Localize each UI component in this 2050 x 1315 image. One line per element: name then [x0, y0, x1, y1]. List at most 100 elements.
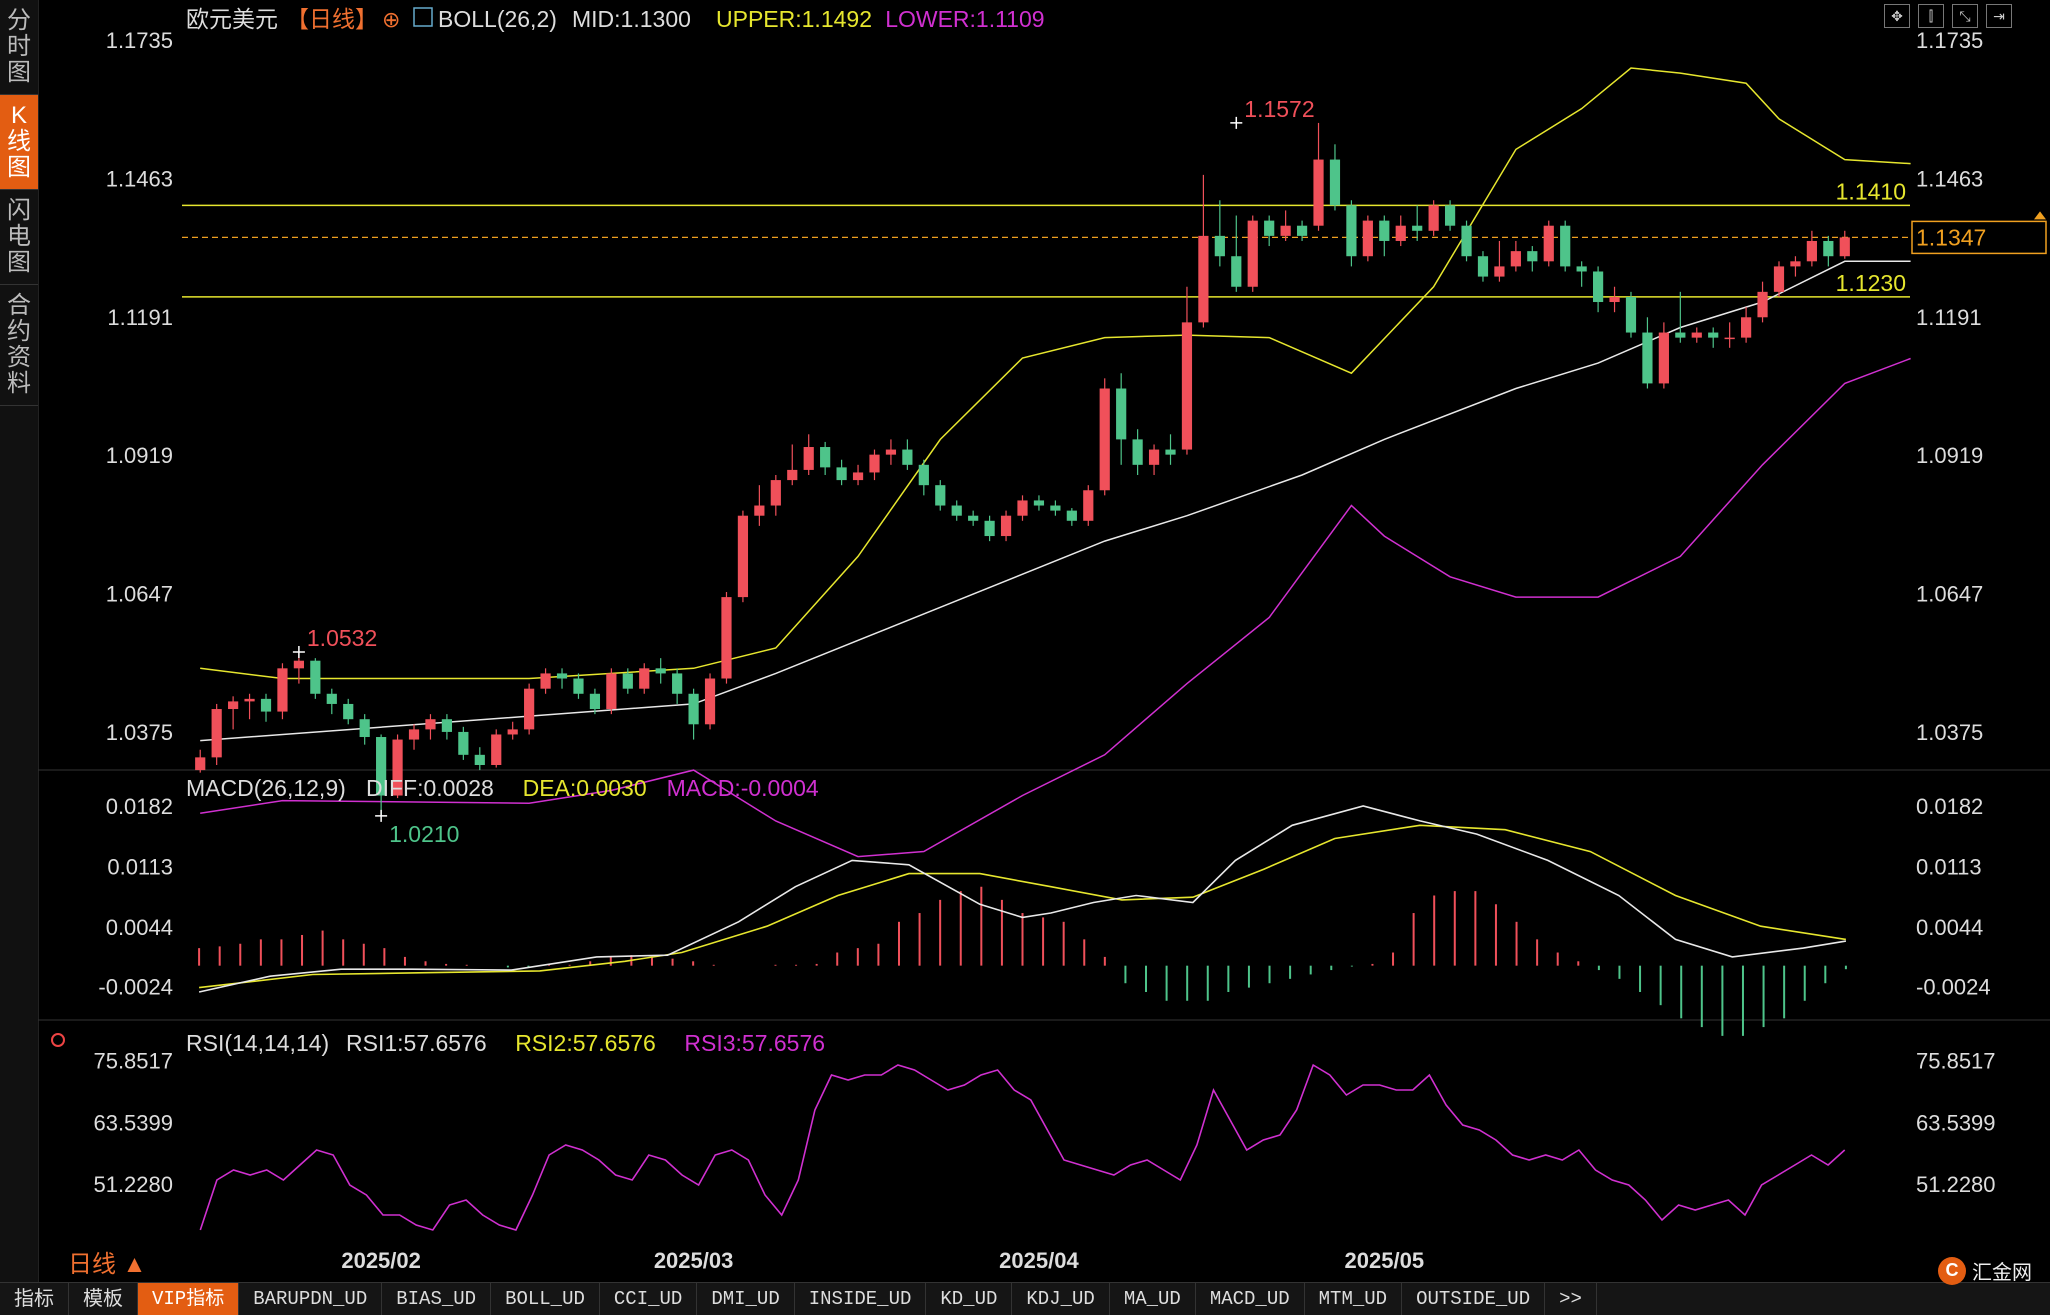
candle-body: [672, 673, 683, 694]
y-tick-label-right: 1.0919: [1916, 443, 1983, 468]
candle-body: [1823, 240, 1834, 257]
tab-ma-ud[interactable]: MA_UD: [1110, 1283, 1196, 1315]
candle-body: [1839, 237, 1850, 257]
candle-body: [754, 505, 765, 516]
candle-body: [1231, 256, 1242, 287]
candle-body: [1560, 225, 1571, 267]
rsi-legend-value: RSI1:57.6576: [346, 1030, 487, 1056]
tab-cci-ud[interactable]: CCI_UD: [600, 1283, 698, 1315]
y-tick-label-right: 1.0375: [1916, 720, 1983, 745]
boll-legend-value: UPPER:1.1492: [716, 6, 872, 32]
candle-body: [1099, 388, 1110, 491]
tab-vip指标[interactable]: VIP指标: [138, 1283, 240, 1315]
tab-outside-ud[interactable]: OUTSIDE_UD: [1402, 1283, 1546, 1315]
tab-inside-ud[interactable]: INSIDE_UD: [795, 1283, 927, 1315]
candle-body: [1691, 332, 1702, 338]
candle-body: [606, 673, 617, 710]
candle-body: [343, 703, 354, 720]
candle-body: [1592, 271, 1604, 303]
candle-body: [1264, 220, 1275, 236]
sidebar-item-kline[interactable]: K线图: [0, 95, 38, 190]
candle-body: [820, 447, 831, 468]
candle-body: [836, 467, 847, 481]
tab-boll-ud[interactable]: BOLL_UD: [491, 1283, 600, 1315]
boll-upper-line: [200, 67, 1911, 680]
timeframe-label[interactable]: 日线 ▲: [68, 1251, 146, 1278]
y-tick-label-right: 1.1735: [1916, 28, 1983, 53]
candle-body: [425, 719, 436, 730]
candle-body: [1033, 500, 1045, 506]
candle-body: [1527, 251, 1538, 262]
candle-body: [1444, 205, 1456, 226]
rsi-line: [199, 1063, 1846, 1231]
candle-body: [1247, 220, 1258, 287]
tab-模板[interactable]: 模板: [69, 1283, 138, 1315]
tab-kdj-ud[interactable]: KDJ_UD: [1012, 1283, 1110, 1315]
y-tick-label-left: 1.1735: [106, 28, 173, 53]
candle-body: [573, 678, 584, 694]
candle-body: [556, 673, 568, 679]
logo-icon: C: [1938, 1256, 1966, 1285]
boll-legend-value: MID:1.1300: [572, 6, 691, 32]
x-tick-label: 2025/03: [654, 1248, 734, 1273]
candle-body: [704, 678, 716, 725]
sidebar-item-flash[interactable]: 闪电图: [0, 190, 38, 285]
extreme-label: 1.1572: [1244, 96, 1314, 122]
candle-body: [1510, 251, 1521, 267]
candle-body: [326, 693, 337, 704]
tab--[interactable]: >>: [1545, 1283, 1597, 1315]
macd-y-tick-left: 0.0113: [107, 855, 173, 880]
candle-body: [1395, 225, 1406, 241]
sidebar-item-contract-info[interactable]: 合约资料: [0, 285, 38, 406]
candle-body: [1724, 337, 1735, 340]
candle-body: [1576, 266, 1587, 272]
left-sidebar: 分时图 K线图 闪电图 合约资料: [0, 0, 39, 1282]
candle-body: [1116, 388, 1127, 440]
candle-body: [1050, 505, 1061, 511]
tab-mtm-ud[interactable]: MTM_UD: [1305, 1283, 1403, 1315]
candle-body: [1181, 322, 1193, 450]
candle-body: [1066, 510, 1077, 521]
candle-body: [935, 485, 946, 506]
indicator-settings-icon: [413, 7, 433, 27]
candle-body: [540, 673, 551, 689]
tab-barupdn-ud[interactable]: BARUPDN_UD: [239, 1283, 383, 1315]
candle-body: [1708, 332, 1719, 338]
extreme-marker: [1230, 116, 1243, 129]
tab-macd-ud[interactable]: MACD_UD: [1196, 1283, 1305, 1315]
candle-body: [310, 660, 321, 694]
candle-body: [721, 597, 732, 679]
candle-body: [1379, 220, 1390, 241]
x-tick-label: 2025/05: [1345, 1248, 1425, 1273]
macd-y-tick-left: 0.0044: [106, 915, 173, 940]
tab-指标[interactable]: 指标: [0, 1283, 69, 1315]
candle-body: [408, 729, 420, 740]
tab-dmi-ud[interactable]: DMI_UD: [697, 1283, 795, 1315]
candle-body: [1790, 261, 1801, 267]
indicator-tab-bar: 指标 模板 VIP指标 BARUPDN_UD BIAS_UD BOLL_UD CCI_UD D…: [0, 1282, 2050, 1315]
candle-body: [211, 709, 222, 758]
candle-body: [869, 454, 880, 473]
extreme-marker: [375, 809, 388, 822]
candle-body: [918, 464, 929, 486]
y-tick-label-left: 1.0375: [106, 720, 173, 745]
watermark-text: 汇金网: [1972, 1262, 2032, 1284]
add-indicator-icon: ⊕: [382, 7, 400, 32]
hline-label: 1.1230: [1836, 270, 1906, 296]
macd-title: MACD(26,12,9): [186, 775, 346, 801]
candle-body: [770, 480, 781, 506]
sidebar-item-timeshare[interactable]: 分时图: [0, 0, 38, 95]
candle-body: [458, 731, 469, 755]
boll-indicator-name: BOLL(26,2): [438, 6, 557, 32]
candle-body: [507, 729, 518, 735]
macd-legend-value: MACD:-0.0004: [667, 775, 819, 801]
macd-y-tick-right: -0.0024: [1916, 975, 1991, 1000]
extreme-label: 1.0532: [307, 625, 377, 651]
candle-body: [1428, 205, 1439, 231]
chart-canvas[interactable]: 欧元美元 【日线】 ⊕ BOLL(26,2) MID:1.1300 UPPER:1.149…: [38, 0, 2050, 1282]
tab-kd-ud[interactable]: KD_UD: [926, 1283, 1013, 1315]
price-marker-icon: [2034, 211, 2046, 220]
tab-bias-ud[interactable]: BIAS_UD: [382, 1283, 492, 1315]
candle-body: [1642, 332, 1653, 384]
boll-legend-value: LOWER:1.1109: [885, 6, 1044, 32]
